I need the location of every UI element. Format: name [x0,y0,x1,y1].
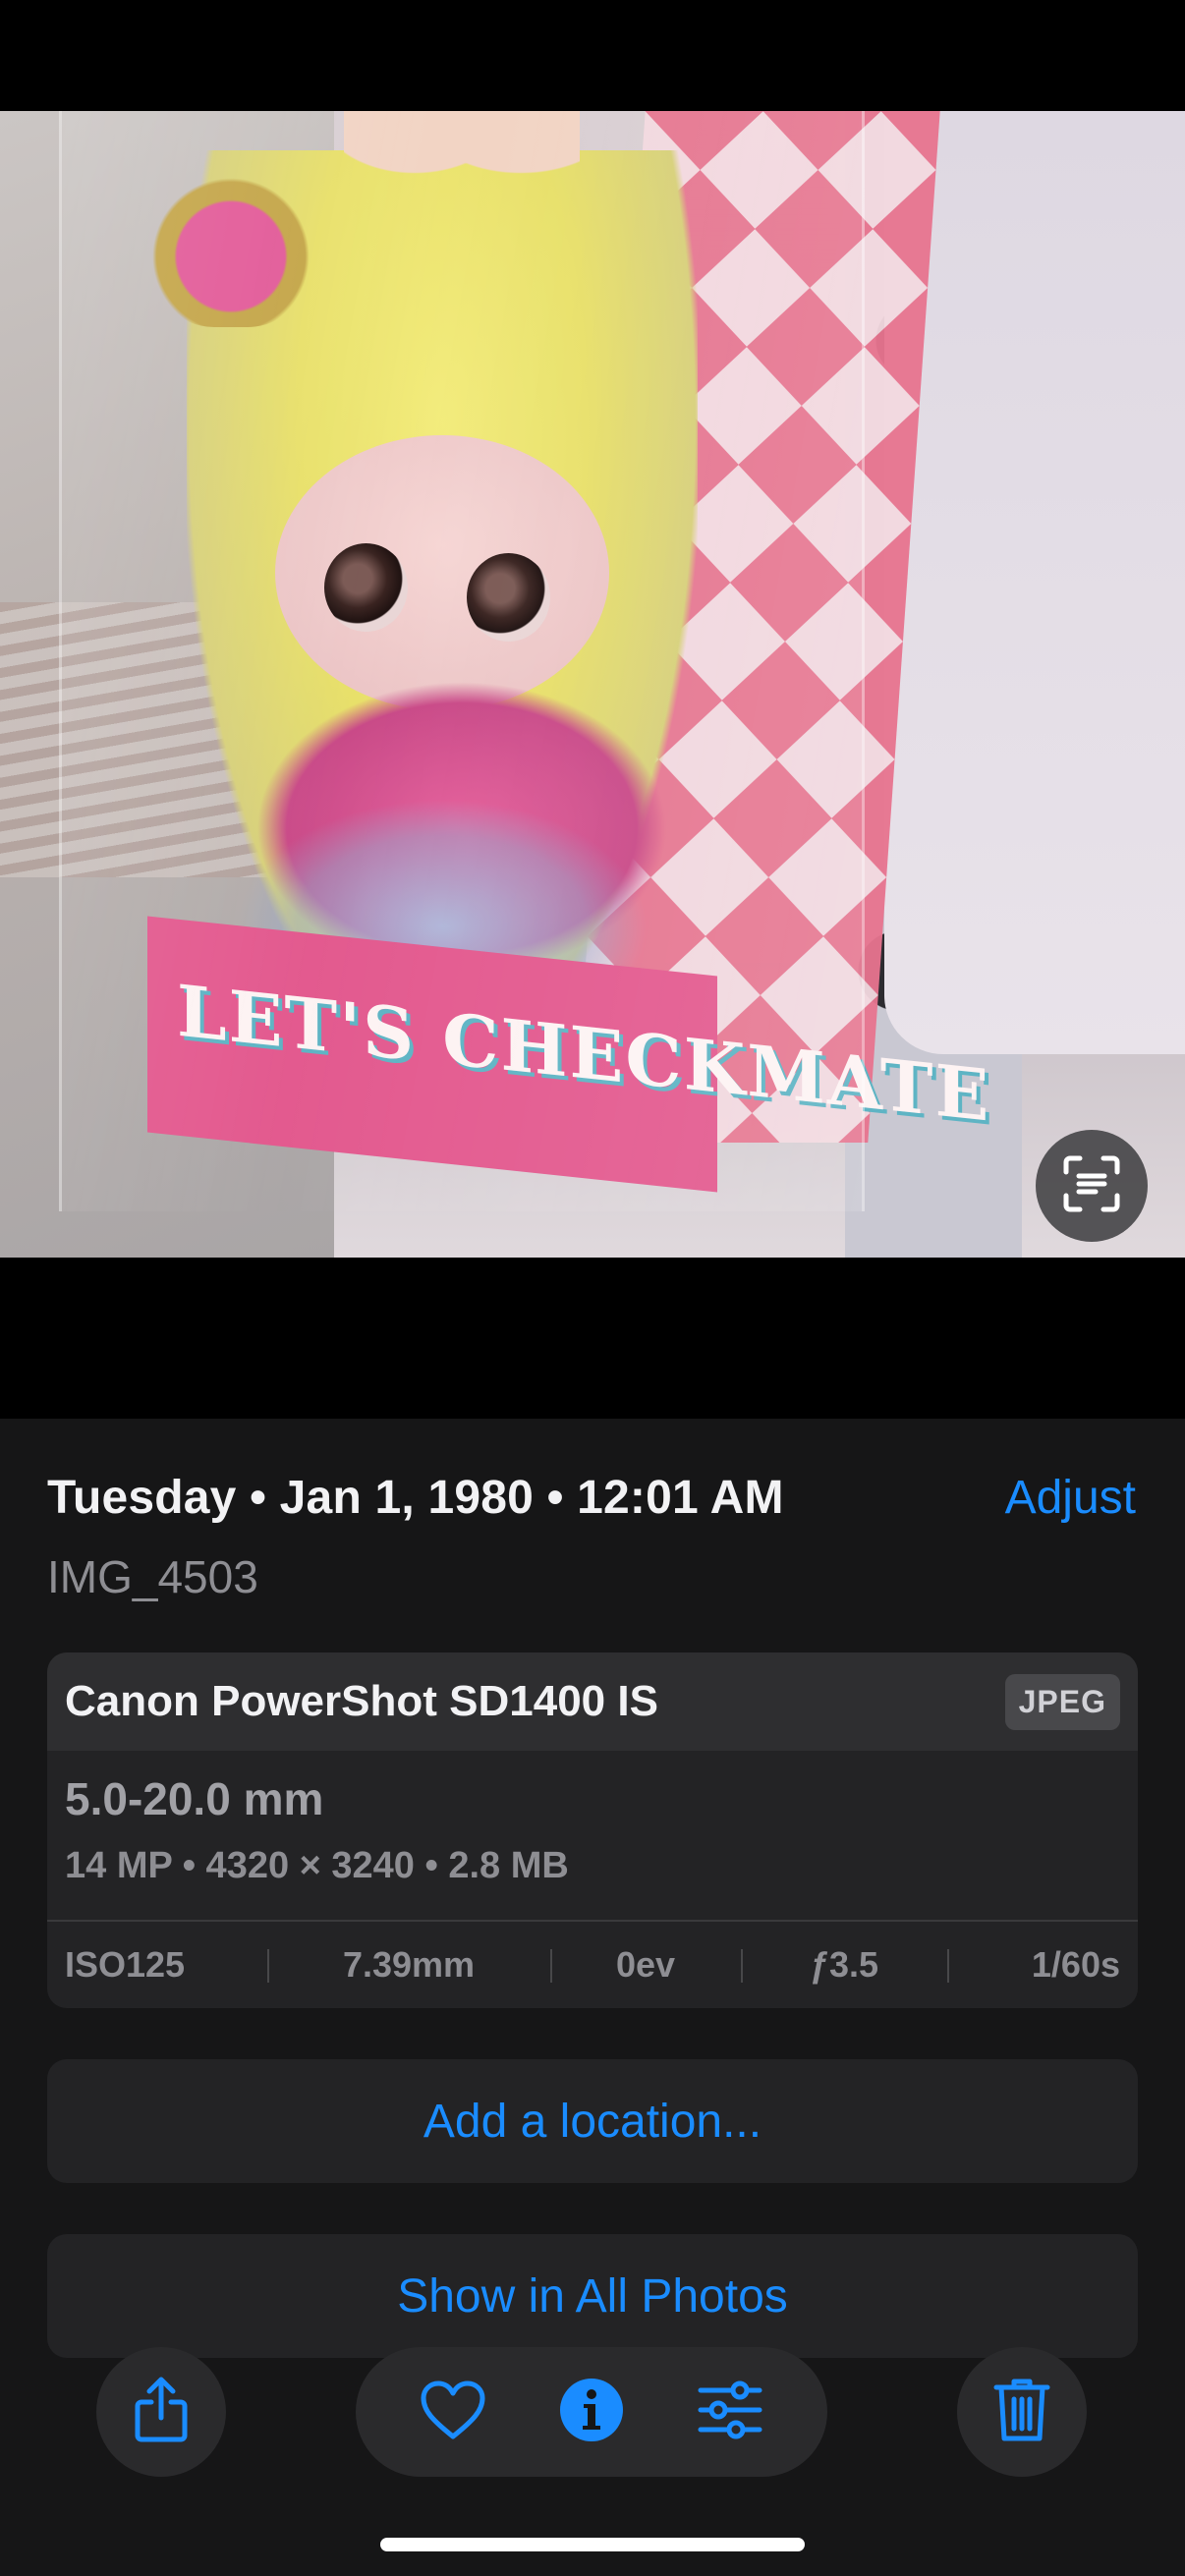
camera-model: Canon PowerShot SD1400 IS [65,1677,658,1725]
focal-length-value: 7.39mm [267,1922,550,2008]
iso-value: ISO125 [65,1944,186,1985]
aperture-value: ƒ3.5 [741,1922,947,2008]
exif-settings-row: ISO125 7.39mm 0ev ƒ3.5 1/60s [47,1922,1138,2008]
photo-date-time: Tuesday • Jan 1, 1980 • 12:01 AM [47,1472,784,1524]
photo-viewer[interactable]: LET'S CHECKMATE [0,111,1185,1258]
exposure-bias-value: 0ev [550,1922,741,2008]
delete-button[interactable] [957,2347,1087,2477]
share-icon [130,2375,193,2450]
live-text-icon [1060,1152,1123,1220]
adjust-date-button[interactable]: Adjust [1005,1471,1136,1525]
format-badge: JPEG [1004,1673,1120,1730]
favorite-button[interactable] [404,2363,502,2461]
heart-icon [420,2380,486,2445]
shutter-speed-value: 1/60s [947,1922,1138,2008]
info-button[interactable] [542,2363,641,2461]
adjust-sliders-icon [697,2380,763,2444]
exif-card: Canon PowerShot SD1400 IS JPEG 5.0-20.0 … [47,1652,1138,2008]
exif-header: Canon PowerShot SD1400 IS JPEG [47,1652,1138,1751]
live-text-button[interactable] [1036,1130,1148,1242]
edit-button[interactable] [681,2363,779,2461]
photo-actions-group [356,2347,827,2477]
trash-icon [992,2376,1051,2449]
info-icon [559,2378,624,2447]
home-indicator[interactable] [380,2538,805,2551]
photo-filename: IMG_4503 [47,1551,258,1602]
share-button[interactable] [96,2347,226,2477]
show-in-all-photos-button[interactable]: Show in All Photos [47,2234,1138,2358]
add-location-button[interactable]: Add a location... [47,2059,1138,2183]
image-specs: 14 MP • 4320 × 3240 • 2.8 MB [65,1845,569,1886]
lens-info: 5.0-20.0 mm [65,1773,324,1824]
